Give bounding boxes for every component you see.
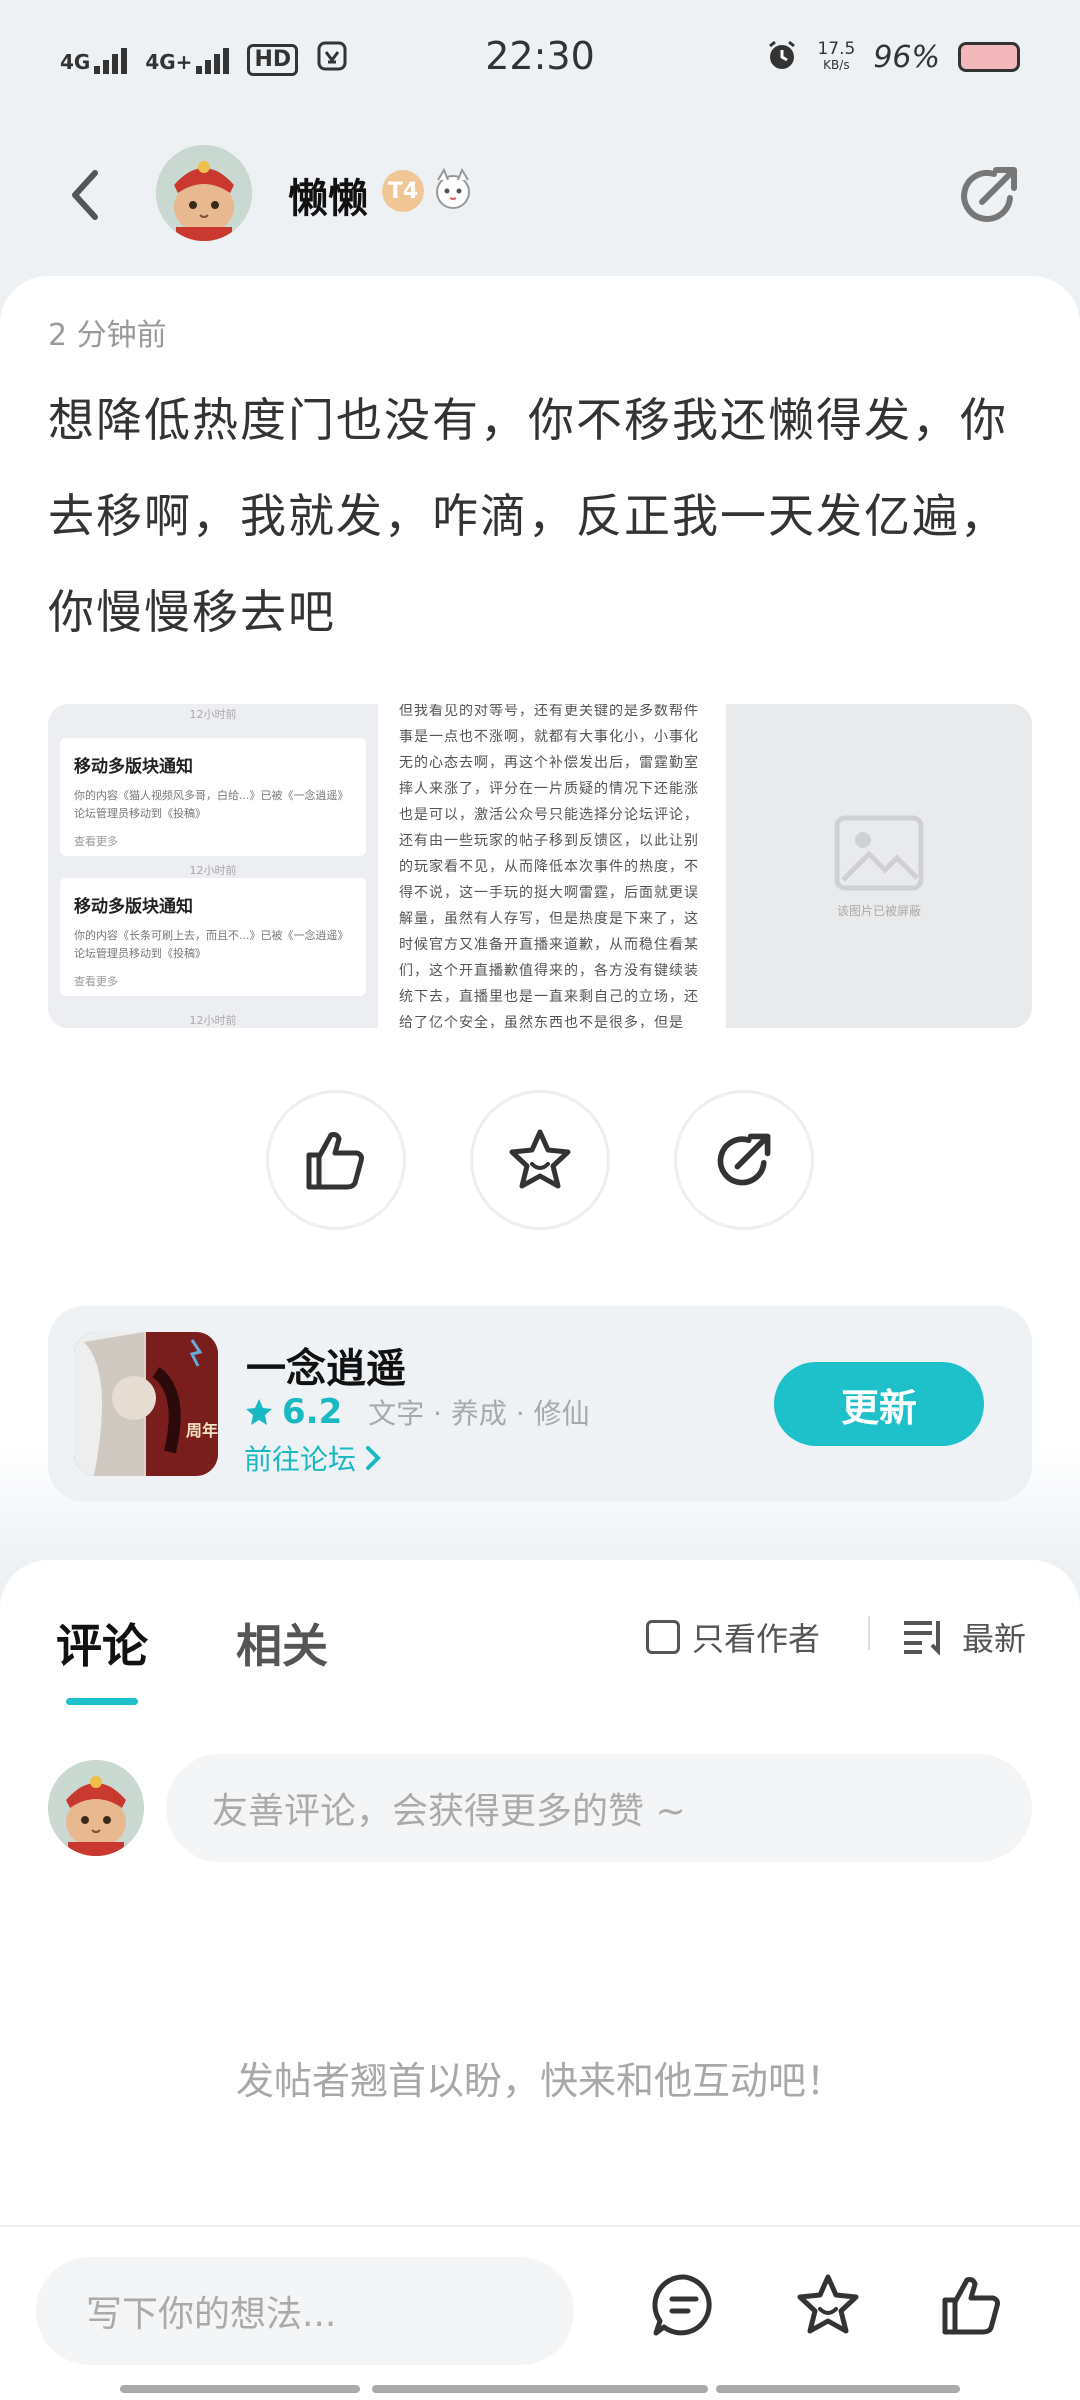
network-speed: 17.5 KB/s [817, 39, 856, 73]
comment-button[interactable] [644, 2265, 724, 2345]
nav-indicator-left [120, 2385, 360, 2393]
sort-label: 最新 [962, 1620, 1027, 1658]
status-right: 17.5 KB/s 96% [765, 38, 1020, 76]
battery-icon [958, 42, 1020, 72]
notice-body: 你的内容《猫人视频风多哥，白给...》已被《一念逍遥》论坛管理员移动到《投稿》 [74, 789, 349, 820]
chevron-right-icon [366, 1446, 381, 1470]
author-only-label: 只看作者 [692, 1620, 821, 1658]
notice-link: 查看更多 [74, 975, 118, 988]
empty-comments-hint: 发帖者翘首以盼，快来和他互动吧！ [235, 2059, 844, 2103]
comments-panel: 评论 相关 只看作者 最新 友善评论，会获得更多的赞 ~ 发帖者翘首以盼，快来和… [0, 1560, 1080, 2225]
divider [868, 1616, 870, 1650]
author-only-toggle[interactable]: 只看作者 [646, 1614, 820, 1660]
my-avatar [48, 1760, 144, 1856]
comment-icon [652, 2274, 712, 2336]
image-time-bottom: 12小时前 [189, 1014, 237, 1027]
star-icon [246, 1399, 272, 1425]
notice-link: 查看更多 [74, 835, 118, 848]
game-name[interactable]: 一念逍遥 [246, 1336, 406, 1394]
nav-indicator-center[interactable] [372, 2385, 708, 2393]
comment-input[interactable]: 友善评论，会获得更多的赞 ~ [166, 1754, 1032, 1862]
bottom-bar: 写下你的想法... [0, 2226, 1080, 2400]
author-name[interactable]: 懒懒 [288, 166, 368, 224]
share-post-button[interactable] [674, 1090, 814, 1230]
image-2-text: 但我看见的对等号，还有更关键的是多数帮件事是一点也不涨啊，就都有大事化小，小事化… [399, 704, 699, 1028]
thumbs-up-icon [942, 2277, 1000, 2335]
sort-icon [904, 1621, 940, 1655]
favorite-bottom-button[interactable] [788, 2265, 868, 2345]
post-image-1[interactable]: 12小时前 移动多版块通知 你的内容《猫人视频风多哥，白给...》已被《一念逍遥… [48, 704, 378, 1028]
like-button[interactable] [266, 1090, 406, 1230]
notice-title: 移动多版块通知 [74, 897, 193, 917]
image-time-mid: 12小时前 [189, 864, 237, 877]
game-rating: 6.2 文字 · 养成 · 修仙 [244, 1392, 590, 1432]
status-bar: 4G 4G+ HD 22:30 17.5 KB/s 96% [0, 0, 1080, 120]
active-tab-indicator [66, 1698, 138, 1705]
alarm-icon [765, 38, 799, 76]
favorite-button[interactable] [470, 1090, 610, 1230]
chevron-left-icon [72, 170, 98, 220]
back-button[interactable] [50, 160, 120, 230]
post-content: 想降低热度门也没有，你不移我还懒得发，你去移啊，我就发，咋滴，反正我一天发亿遍，… [48, 393, 1008, 639]
game-score: 6.2 [282, 1392, 343, 1432]
image-time-top: 12小时前 [189, 708, 237, 721]
thumbs-up-icon [306, 1132, 364, 1190]
post-image-2[interactable]: 但我看见的对等号，还有更关键的是多数帮件事是一点也不涨啊，就都有大事化小，小事化… [381, 704, 723, 1028]
share-icon [717, 1133, 771, 1186]
tab-comments[interactable]: 评论 [56, 1610, 148, 1676]
game-icon[interactable]: 周年庆 [74, 1332, 218, 1476]
star-icon [797, 2274, 859, 2334]
image-blocked-icon [834, 815, 924, 890]
like-bottom-button[interactable] [932, 2265, 1012, 2345]
tab-related[interactable]: 相关 [236, 1610, 328, 1676]
author-avatar[interactable] [156, 145, 252, 241]
post-header: 懒懒 T4 [0, 130, 1080, 260]
level-badge: T4 [382, 170, 424, 212]
author-only-checkbox[interactable] [646, 1620, 680, 1654]
post-images: 12小时前 移动多版块通知 你的内容《猫人视频风多哥，白给...》已被《一念逍遥… [48, 704, 1032, 1028]
game-card[interactable]: 周年庆 一念逍遥 6.2 文字 · 养成 · 修仙 前往论坛 更新 [48, 1306, 1032, 1502]
blocked-caption: 该图片已被屏蔽 [836, 903, 921, 918]
post-actions [0, 1090, 1080, 1230]
share-icon [961, 167, 1017, 222]
notice-card-2: 移动多版块通知 你的内容《长条可刷上去，而且不...》已被《一念逍遥》论坛管理员… [60, 878, 366, 996]
mascot-badge-icon [428, 164, 478, 214]
notice-title: 移动多版块通知 [74, 757, 193, 777]
cat-avatar-icon [156, 145, 252, 241]
cat-avatar-icon [48, 1760, 144, 1856]
thoughts-input[interactable]: 写下你的想法... [36, 2257, 574, 2365]
game-tags: 文字 · 养成 · 修仙 [368, 1397, 590, 1430]
notice-card-1: 移动多版块通知 你的内容《猫人视频风多哥，白给...》已被《一念逍遥》论坛管理员… [60, 738, 366, 856]
post-image-3[interactable]: 该图片已被屏蔽 [726, 704, 1032, 1028]
share-button[interactable] [954, 160, 1024, 230]
sort-button[interactable]: 最新 [902, 1614, 1026, 1660]
post-time: 2 分钟前 [48, 318, 167, 353]
goto-forum-link[interactable]: 前往论坛 [244, 1438, 382, 1478]
battery-percent: 96% [873, 39, 940, 75]
star-icon [509, 1129, 571, 1189]
notice-body: 你的内容《长条可刷上去，而且不...》已被《一念逍遥》论坛管理员移动到《投稿》 [74, 929, 349, 960]
goto-forum-label: 前往论坛 [244, 1443, 357, 1476]
game-icon-label: 周年庆 [186, 1421, 218, 1440]
update-button[interactable]: 更新 [774, 1362, 984, 1446]
nav-indicator-right [716, 2385, 960, 2393]
